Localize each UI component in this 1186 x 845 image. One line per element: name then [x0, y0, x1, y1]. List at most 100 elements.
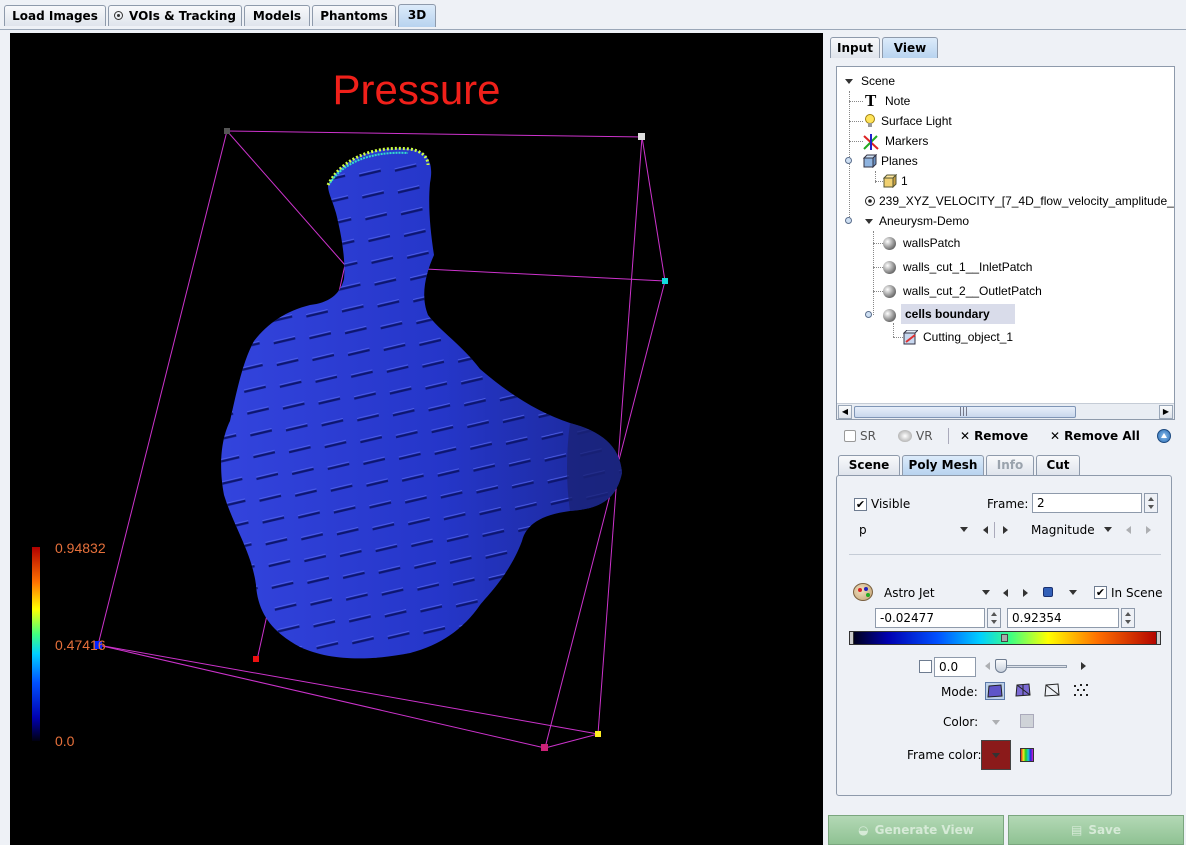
in-scene-checkbox[interactable]: ✔ — [1094, 586, 1107, 599]
remove-all-button[interactable]: ✕ Remove All — [1050, 426, 1140, 446]
tree-item-cells-boundary[interactable]: cells boundary — [901, 304, 1015, 324]
expand-icon[interactable] — [845, 79, 853, 84]
increase-icon[interactable] — [1081, 662, 1086, 670]
slider-thumb[interactable] — [995, 659, 1007, 673]
chevron-down-icon[interactable] — [982, 590, 990, 595]
points-mode-icon[interactable] — [1072, 682, 1092, 700]
printer-icon: ▤ — [1070, 823, 1083, 837]
range-max-handle[interactable] — [1156, 631, 1161, 645]
tab-label: Scene — [848, 458, 890, 472]
close-all-icon: ✕ — [1050, 429, 1061, 443]
variable-select[interactable]: p — [859, 523, 867, 537]
tree-item-walls-patch[interactable]: wallsPatch — [903, 233, 960, 253]
previous-variable-icon[interactable] — [983, 526, 988, 534]
colormap-gradient-bar[interactable] — [849, 631, 1161, 645]
frame-field[interactable]: 2 — [1032, 493, 1142, 513]
collapse-panel-icon[interactable] — [1157, 429, 1171, 443]
cube-icon[interactable] — [1043, 587, 1053, 597]
tab-label: Phantoms — [320, 9, 388, 23]
scene-tree[interactable]: Scene T Note Surface Light Markers Plane… — [836, 66, 1175, 420]
generate-view-button[interactable]: ◒ Generate View — [828, 815, 1004, 845]
tree-item-surface-light[interactable]: Surface Light — [881, 111, 952, 131]
tree-item-plane-1[interactable]: 1 — [901, 171, 908, 191]
color-picker-icon[interactable] — [1020, 748, 1034, 762]
sr-button[interactable]: SR — [844, 426, 876, 446]
tab-label: Cut — [1046, 458, 1070, 472]
3d-viewport[interactable]: Pressure 0.94832 0.47416 0.0 — [10, 33, 823, 845]
transparency-slider[interactable] — [995, 659, 1067, 673]
color-swatch[interactable] — [1020, 714, 1034, 728]
collapse-handle-icon[interactable] — [845, 217, 852, 224]
tab-label: Info — [996, 458, 1024, 472]
target-icon — [114, 11, 124, 20]
tab-scene[interactable]: Scene — [838, 455, 900, 475]
visible-checkbox[interactable]: ✔ — [854, 498, 867, 511]
next-colormap-icon[interactable] — [1023, 589, 1028, 597]
scroll-thumb[interactable]: ||| — [854, 406, 1076, 418]
tree-horizontal-scrollbar[interactable]: ◀ ||| ▶ — [837, 403, 1174, 419]
chevron-down-icon[interactable] — [992, 720, 1000, 725]
palette-icon[interactable] — [853, 583, 873, 601]
surface-mode-icon[interactable] — [985, 682, 1005, 700]
main-tab-bar: Load Images VOIs & Tracking Models Phant… — [0, 0, 1186, 30]
chevron-down-icon[interactable] — [1104, 527, 1112, 532]
transparency-field[interactable]: 0.0 — [934, 657, 976, 677]
chevron-down-icon[interactable] — [960, 527, 968, 532]
in-scene-label: In Scene — [1111, 586, 1163, 600]
tab-poly-mesh[interactable]: Poly Mesh — [902, 455, 984, 475]
remove-all-label: Remove All — [1064, 429, 1140, 443]
tab-input[interactable]: Input — [830, 37, 880, 58]
next-variable-icon[interactable] — [1003, 526, 1008, 534]
tab-view[interactable]: View — [882, 37, 938, 58]
expand-icon[interactable] — [865, 219, 873, 224]
range-min-spinner[interactable] — [987, 608, 1001, 628]
center-handle[interactable] — [1001, 634, 1008, 642]
tab-load-images[interactable]: Load Images — [4, 5, 106, 26]
range-max-spinner[interactable] — [1121, 608, 1135, 628]
tree-item-outlet-patch[interactable]: walls_cut_2__OutletPatch — [903, 281, 1042, 301]
chevron-down-icon[interactable] — [1069, 590, 1077, 595]
tree-item-scene[interactable]: Scene — [861, 71, 895, 91]
tab-phantoms[interactable]: Phantoms — [312, 5, 396, 26]
tree-item-markers[interactable]: Markers — [885, 131, 928, 151]
scroll-left-button[interactable]: ◀ — [838, 405, 852, 419]
transparency-checkbox[interactable] — [919, 660, 932, 673]
mesh-sphere-icon — [883, 309, 896, 322]
collapse-handle-icon[interactable] — [845, 157, 852, 164]
tree-item-cutting-object[interactable]: Cutting_object_1 — [923, 327, 1013, 347]
frame-color-button[interactable] — [981, 740, 1011, 770]
component-select[interactable]: Magnitude — [1031, 523, 1095, 537]
tab-3d[interactable]: 3D — [398, 4, 436, 27]
range-min-field[interactable]: -0.02477 — [875, 608, 985, 628]
mode-label: Mode: — [941, 685, 978, 699]
previous-component-icon[interactable] — [1126, 526, 1131, 534]
scroll-right-button[interactable]: ▶ — [1159, 405, 1173, 419]
next-component-icon[interactable] — [1146, 526, 1151, 534]
tree-item-aneurysm-demo[interactable]: Aneurysm-Demo — [879, 211, 969, 231]
wireframe-surface-mode-icon[interactable] — [1014, 682, 1034, 700]
tab-cut[interactable]: Cut — [1036, 455, 1080, 475]
save-button[interactable]: ▤ Save — [1008, 815, 1184, 845]
property-tabs: Scene Poly Mesh Info Cut — [838, 455, 1168, 475]
vr-button[interactable]: VR — [898, 426, 933, 446]
mesh-sphere-icon — [883, 285, 896, 298]
button-label: Save — [1088, 823, 1122, 837]
decrease-icon[interactable] — [985, 662, 990, 670]
wireframe-mode-icon[interactable] — [1043, 682, 1063, 700]
divider — [994, 522, 995, 538]
tree-item-inlet-patch[interactable]: walls_cut_1__InletPatch — [903, 257, 1032, 277]
remove-button[interactable]: ✕ Remove — [960, 426, 1028, 446]
collapse-handle-icon[interactable] — [865, 311, 872, 318]
tab-vois-tracking[interactable]: VOIs & Tracking — [108, 5, 242, 26]
tree-item-planes[interactable]: Planes — [881, 151, 918, 171]
colormap-select[interactable]: Astro Jet — [884, 586, 935, 600]
close-icon: ✕ — [960, 429, 971, 443]
previous-colormap-icon[interactable] — [1003, 589, 1008, 597]
range-min-handle[interactable] — [849, 631, 854, 645]
tree-item-note[interactable]: Note — [885, 91, 910, 111]
tab-models[interactable]: Models — [244, 5, 310, 26]
range-max-field[interactable]: 0.92354 — [1007, 608, 1119, 628]
tree-item-velocity[interactable]: 239_XYZ_VELOCITY_[7_4D_flow_velocity_amp… — [879, 191, 1174, 211]
frame-spinner[interactable] — [1144, 493, 1158, 513]
tab-info[interactable]: Info — [986, 455, 1034, 475]
